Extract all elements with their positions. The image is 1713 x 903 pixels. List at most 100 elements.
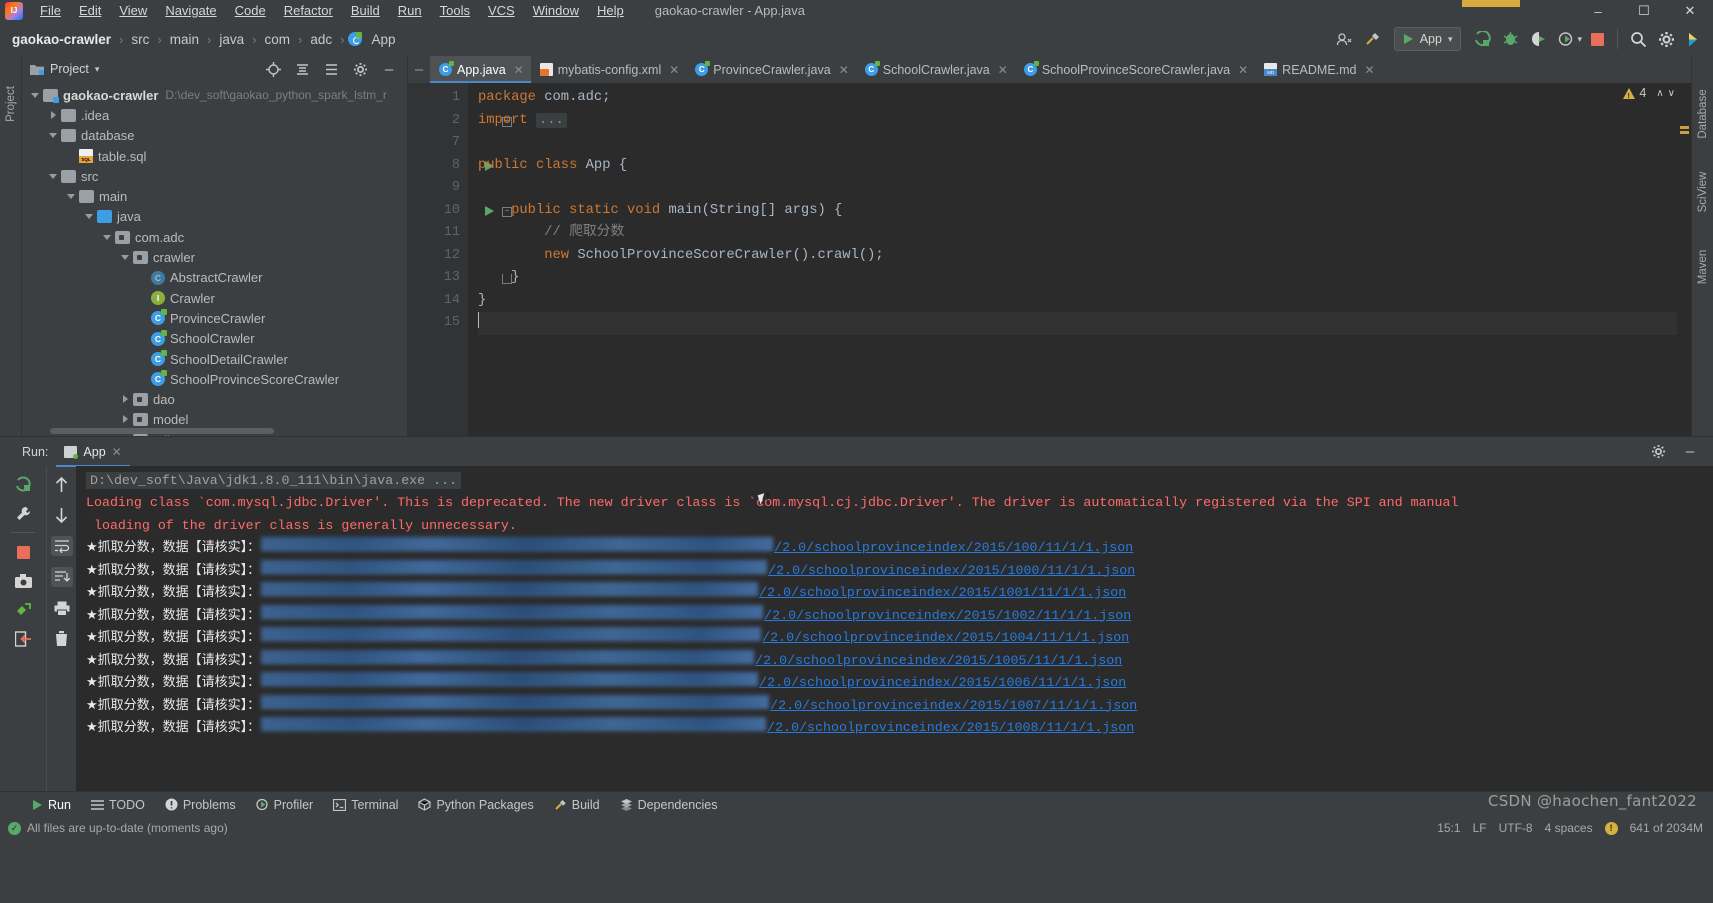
settings-gear-icon[interactable]	[1645, 439, 1671, 465]
code-line[interactable]: new SchoolProvinceScoreCrawler().crawl()…	[478, 245, 1691, 268]
log-url-link[interactable]: /2.0/schoolprovinceindex/2015/1007/11/1/…	[770, 695, 1137, 718]
tree-item-main[interactable]: main	[22, 186, 407, 206]
run-configuration-selector[interactable]: App ▾	[1393, 27, 1462, 51]
menu-edit[interactable]: Edit	[70, 1, 110, 20]
close-icon[interactable]: ✕	[112, 445, 122, 459]
code-line[interactable]: }	[478, 267, 1691, 290]
debug-icon[interactable]	[1497, 26, 1523, 52]
bottom-tab-problems[interactable]: Problems	[156, 796, 245, 814]
search-everywhere-icon[interactable]	[1625, 26, 1651, 52]
scroll-to-end-icon[interactable]	[50, 567, 73, 587]
tool-strip-sciview[interactable]: SciView	[1697, 163, 1709, 221]
dump-threads-icon[interactable]	[12, 600, 34, 620]
rerun-icon[interactable]	[12, 474, 34, 494]
menu-help[interactable]: Help	[588, 1, 633, 20]
code-line[interactable]: public class App {	[478, 155, 1691, 178]
chevron-down-icon[interactable]	[30, 90, 41, 101]
print-icon[interactable]	[51, 598, 73, 618]
scroll-down-icon[interactable]	[51, 505, 73, 525]
memory-indicator[interactable]: 641 of 2034M	[1630, 821, 1703, 835]
line-separator[interactable]: LF	[1473, 821, 1487, 835]
tree-item-crawler[interactable]: Crawler	[22, 288, 407, 308]
run-coverage-icon[interactable]	[1525, 26, 1551, 52]
menu-file[interactable]: File	[31, 1, 70, 20]
tree-item-database[interactable]: database	[22, 126, 407, 146]
code-line[interactable]: package com.adc;	[478, 87, 1691, 110]
breadcrumb-item-com[interactable]: com	[260, 31, 294, 48]
run-icon[interactable]	[1469, 26, 1495, 52]
stop-icon[interactable]	[1584, 26, 1610, 52]
close-button[interactable]: ✕	[1667, 0, 1713, 22]
log-url-link[interactable]: /2.0/schoolprovinceindex/2015/1006/11/1/…	[759, 672, 1126, 695]
soft-wrap-icon[interactable]	[50, 536, 73, 556]
tree-item-crawler[interactable]: crawler	[22, 247, 407, 267]
minimize-icon[interactable]: –	[1677, 439, 1703, 465]
tree-item-src[interactable]: src	[22, 166, 407, 186]
tool-strip-project[interactable]: Project	[5, 75, 17, 133]
menu-run[interactable]: Run	[389, 1, 431, 20]
log-url-link[interactable]: /2.0/schoolprovinceindex/2015/1001/11/1/…	[759, 582, 1126, 605]
menu-navigate[interactable]: Navigate	[156, 1, 225, 20]
tree-item-model[interactable]: model	[22, 410, 407, 430]
tree-item--idea[interactable]: .idea	[22, 105, 407, 125]
chevron-down-icon[interactable]	[84, 211, 95, 222]
breadcrumb-item-src[interactable]: src	[127, 31, 153, 48]
breadcrumb-item-project[interactable]: gaokao-crawler	[8, 31, 115, 48]
bottom-tab-dependencies[interactable]: Dependencies	[611, 796, 727, 814]
code-text[interactable]: package com.adc; import ... public class A…	[468, 83, 1691, 436]
log-url-link[interactable]: /2.0/schoolprovinceindex/2015/100/11/1/1…	[774, 537, 1133, 560]
code-line[interactable]: }	[478, 290, 1691, 313]
bottom-tab-build[interactable]: Build	[545, 796, 609, 814]
chevron-down-icon[interactable]	[48, 130, 59, 141]
close-icon[interactable]: ✕	[839, 63, 849, 77]
chevron-down-icon[interactable]	[48, 171, 59, 182]
bottom-tab-run[interactable]: Run	[22, 796, 80, 814]
export-icon[interactable]	[12, 629, 34, 649]
tree-item-provincecrawler[interactable]: ProvinceCrawler	[22, 308, 407, 328]
editor-tab-provincecrawler-java[interactable]: ProvinceCrawler.java ✕	[686, 56, 855, 83]
trash-clear-icon[interactable]	[51, 629, 73, 649]
chevron-down-icon[interactable]	[120, 252, 131, 263]
stop-icon[interactable]	[12, 542, 34, 562]
user-settings-icon[interactable]	[1332, 26, 1358, 52]
menu-tools[interactable]: Tools	[431, 1, 479, 20]
close-icon[interactable]: ✕	[1238, 63, 1248, 77]
error-stripe-mark[interactable]	[1680, 131, 1689, 134]
log-url-link[interactable]: /2.0/schoolprovinceindex/2015/1005/11/1/…	[755, 650, 1122, 673]
bottom-tab-profiler[interactable]: Profiler	[247, 796, 323, 814]
tree-item-abstractcrawler[interactable]: AbstractCrawler	[22, 268, 407, 288]
notification-bell-icon[interactable]	[1604, 821, 1618, 835]
editor-tab-schoolprovincescorecrawler-java[interactable]: SchoolProvinceScoreCrawler.java ✕	[1015, 56, 1255, 83]
bottom-tab-todo[interactable]: TODO	[82, 796, 154, 814]
profiler-icon[interactable]	[1553, 26, 1579, 52]
code-line[interactable]	[478, 312, 1691, 335]
panel-settings-gear-icon[interactable]	[347, 56, 373, 82]
expand-all-icon[interactable]	[318, 56, 344, 82]
menu-code[interactable]: Code	[226, 1, 275, 20]
code-editor[interactable]: 1 2 +7 8 9 10−11 12 13 14 15 package com.adc; impo…	[408, 83, 1691, 463]
tree-item-table-sql[interactable]: table.sql	[22, 146, 407, 166]
code-line[interactable]	[478, 177, 1691, 200]
project-horizontal-scrollbar[interactable]	[50, 428, 274, 434]
chevron-right-icon[interactable]	[120, 394, 131, 405]
editor-tab-schoolcrawler-java[interactable]: SchoolCrawler.java ✕	[856, 56, 1015, 83]
minimize-button[interactable]: –	[1575, 0, 1621, 22]
editor-tab-readme-md[interactable]: README.md ✕	[1255, 56, 1381, 83]
bottom-tab-python-packages[interactable]: Python Packages	[409, 796, 542, 814]
tree-item-schoolcrawler[interactable]: SchoolCrawler	[22, 329, 407, 349]
prev-problem-icon[interactable]: ∧	[1656, 88, 1663, 99]
code-line[interactable]: // 爬取分数	[478, 222, 1691, 245]
log-url-link[interactable]: /2.0/schoolprovinceindex/2015/1004/11/1/…	[762, 627, 1129, 650]
camera-screenshot-icon[interactable]	[12, 571, 34, 591]
inspection-error-stripe[interactable]	[1677, 110, 1691, 463]
chevron-down-icon[interactable]: ▾	[95, 64, 100, 75]
inspection-widget[interactable]: 4 ∧ ∨	[1623, 86, 1675, 100]
editor-tab-mybatis-config-xml[interactable]: mybatis-config.xml ✕	[531, 56, 687, 83]
hammer-build-icon[interactable]	[1360, 26, 1386, 52]
close-icon[interactable]: ✕	[998, 63, 1008, 77]
next-problem-icon[interactable]: ∨	[1668, 88, 1675, 99]
collapse-all-icon[interactable]	[289, 56, 315, 82]
menu-window[interactable]: Window	[524, 1, 588, 20]
code-line[interactable]: public static void main(String[] args) {	[478, 200, 1691, 223]
menu-vcs[interactable]: VCS	[479, 1, 524, 20]
